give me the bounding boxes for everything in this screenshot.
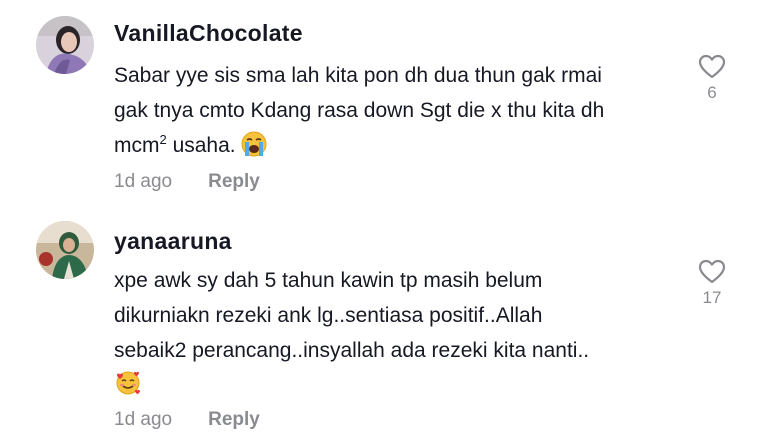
reply-button[interactable]: Reply — [208, 409, 260, 430]
username[interactable]: yanaaruna — [114, 228, 232, 255]
crying-face-emoji — [241, 131, 267, 168]
comment-item: VanillaChocolate Sabar yye sis sma lah k… — [0, 0, 762, 215]
comment-text-line: Sabar yye sis sma lah kita pon dh dua th… — [114, 64, 602, 87]
like-button[interactable]: 17 — [692, 259, 732, 308]
comment-text: Sabar yye sis sma lah kita pon dh dua th… — [114, 58, 684, 168]
comment-text-line: gak tnya cmto Kdang rasa down Sgt die x … — [114, 99, 605, 122]
timestamp: 1d ago — [114, 171, 173, 192]
comment-meta: 1d ago Reply — [114, 409, 260, 431]
comment-text-line: xpe awk sy dah 5 tahun kawin tp masih be… — [114, 269, 543, 292]
reply-button[interactable]: Reply — [208, 171, 260, 192]
heart-icon — [698, 54, 726, 79]
comment-meta: 1d ago Reply — [114, 171, 260, 193]
avatar[interactable] — [36, 16, 94, 74]
comment-text-fragment: usaha. — [166, 134, 236, 157]
comment-text-line: dikurniakn rezeki ank lg..sentiasa posit… — [114, 304, 543, 327]
comment-item: yanaaruna xpe awk sy dah 5 tahun kawin t… — [0, 215, 762, 445]
avatar[interactable] — [36, 221, 94, 279]
superscript: 2 — [159, 132, 167, 147]
comment-text-fragment: mcm — [114, 134, 160, 157]
comment-text-line — [114, 368, 684, 408]
comment-text-line: sebaik2 perancang..insyallah ada rezeki … — [114, 339, 590, 362]
comment-text: xpe awk sy dah 5 tahun kawin tp masih be… — [114, 263, 684, 408]
timestamp: 1d ago — [114, 409, 173, 430]
like-count: 17 — [702, 288, 722, 307]
comment-text-line: mcm2 usaha. — [114, 128, 684, 168]
like-count: 6 — [707, 83, 717, 102]
username[interactable]: VanillaChocolate — [114, 20, 303, 47]
like-button[interactable]: 6 — [692, 54, 732, 103]
heart-icon — [698, 259, 726, 284]
smiling-face-with-hearts-emoji — [114, 369, 142, 408]
